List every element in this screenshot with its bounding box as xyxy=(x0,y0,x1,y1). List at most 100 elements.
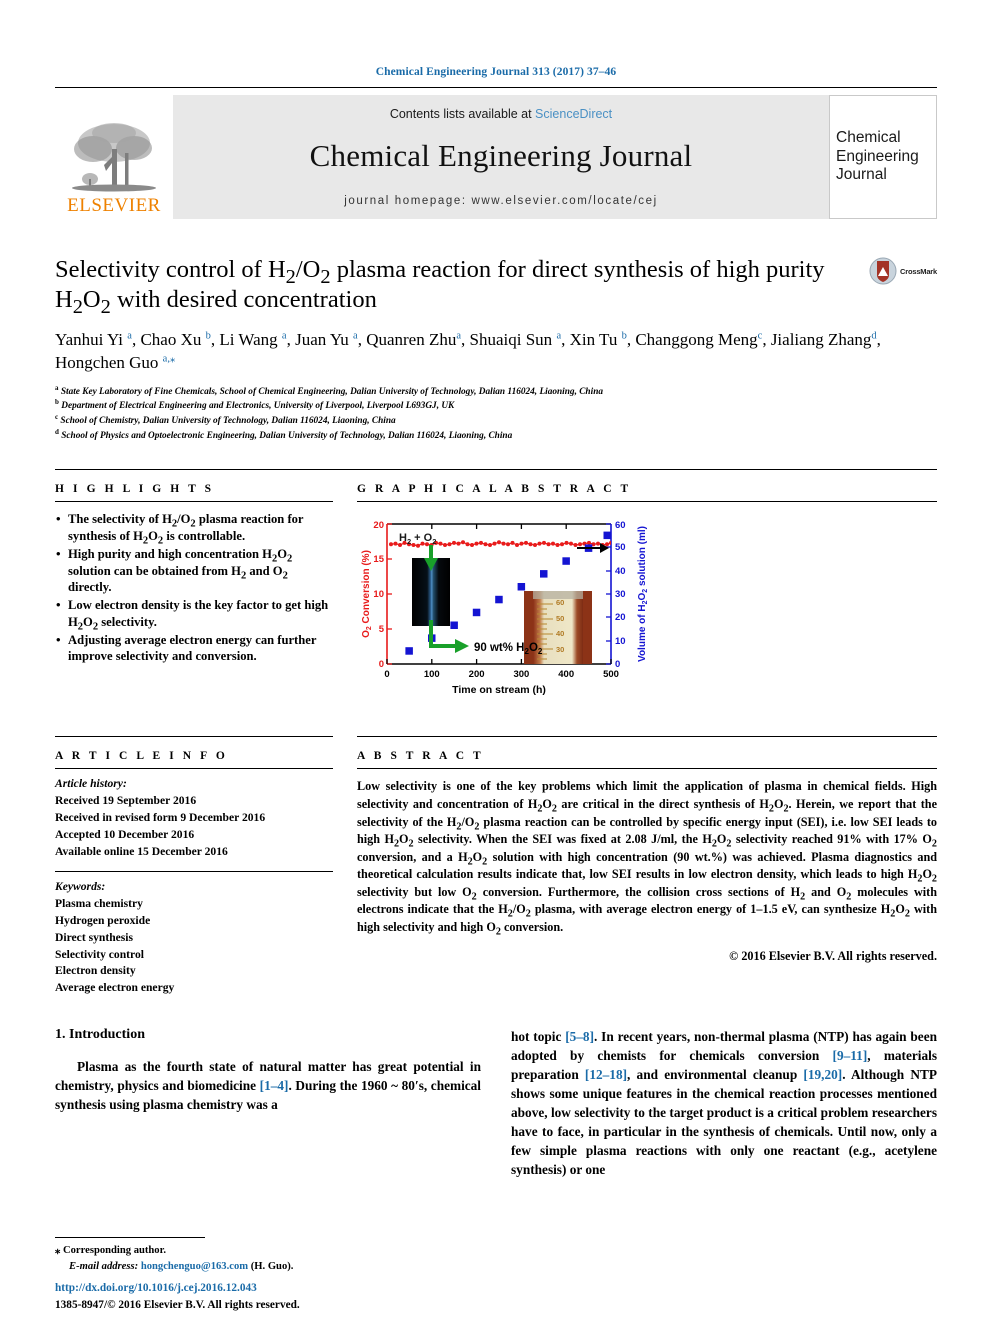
affiliation-list: a State Key Laboratory of Fine Chemicals… xyxy=(55,383,937,444)
article-history: Article history: Received 19 September 2… xyxy=(55,776,333,860)
corresponding-author-footnote: ⁎ Corresponding author. E-mail address: … xyxy=(55,1237,475,1275)
y-right-tick: 60 xyxy=(615,520,626,531)
x-axis-title: Time on stream (h) xyxy=(452,684,546,696)
history-item: Accepted 10 December 2016 xyxy=(55,827,195,841)
highlight-item: Low electron density is the key factor t… xyxy=(55,596,333,632)
abstract-text: Low selectivity is one of the key proble… xyxy=(357,779,938,938)
author-item: Yanhui Yi a xyxy=(55,329,132,349)
keyword-item: Direct synthesis xyxy=(55,930,134,944)
corresponding-label: Corresponding author. xyxy=(62,1245,166,1257)
elsevier-wordmark: ELSEVIER xyxy=(67,195,161,216)
email-label: E-mail address: xyxy=(69,1261,139,1273)
y-right-tick: 20 xyxy=(615,612,626,623)
crossmark-label: CrossMark xyxy=(900,266,937,276)
highlights-graphical-band: H I G H L I G H T S The selectivity of H… xyxy=(55,469,937,712)
cylinder-mark: 40 xyxy=(556,629,564,638)
contents-available-line: Contents lists available at ScienceDirec… xyxy=(390,107,612,121)
cover-line-2: Engineering xyxy=(836,147,919,165)
body-column-right: hot topic [5–8]. In recent years, non-th… xyxy=(511,1027,937,1179)
page-title: Selectivity control of H2/O2 plasma reac… xyxy=(55,256,825,318)
x-tick: 0 xyxy=(384,669,389,680)
article-info-heading: A R T I C L E I N F O xyxy=(55,737,333,770)
issn-copyright: 1385-8947/© 2016 Elsevier B.V. All right… xyxy=(55,1298,300,1311)
article-info-divider xyxy=(55,871,333,873)
corresponding-mark: ⁎ xyxy=(55,1245,61,1257)
x-tick: 500 xyxy=(603,669,619,680)
graphical-abstract-column: G R A P H I C A L A B S T R A C T 0 5 10… xyxy=(357,470,937,712)
x-tick: 200 xyxy=(469,669,485,680)
author-item: Jialiang Zhangd xyxy=(770,329,877,349)
affiliation-item: d School of Physics and Optoelectronic E… xyxy=(55,427,513,441)
info-abstract-band: A R T I C L E I N F O Article history: R… xyxy=(55,726,937,997)
y-left-tick: 20 xyxy=(373,520,384,531)
contents-prefix: Contents lists available at xyxy=(389,107,536,121)
author-item: Changgong Mengc xyxy=(635,329,763,349)
keywords-block: Keywords: Plasma chemistry Hydrogen pero… xyxy=(55,879,333,997)
highlight-item: High purity and high concentration H2O2 … xyxy=(55,545,333,596)
y-left-tick: 15 xyxy=(373,554,384,565)
product-label: 90 wt% H2O2 xyxy=(474,642,543,656)
highlights-heading: H I G H L I G H T S xyxy=(55,470,333,503)
author-item: Xin Tu b xyxy=(569,329,627,349)
citation-ref[interactable]: [19,20] xyxy=(803,1067,842,1082)
graphical-abstract-heading: G R A P H I C A L A B S T R A C T xyxy=(357,470,937,503)
corresponding-author-line: ⁎ Corresponding author. xyxy=(55,1243,475,1259)
x-tick: 300 xyxy=(513,669,529,680)
y-right-tick: 40 xyxy=(615,566,626,577)
y-right-tick: 10 xyxy=(615,636,626,647)
author-list: Yanhui Yi a, Chao Xu b, Li Wang a, Juan … xyxy=(55,329,881,372)
graphical-abstract-chart: 0 5 10 15 20 0 10 20 30 40 50 60 0 100 2… xyxy=(361,520,649,696)
abstract-copyright: © 2016 Elsevier B.V. All rights reserved… xyxy=(729,948,937,963)
abstract-column: A B S T R A C T Low selectivity is one o… xyxy=(357,726,937,997)
citation-ref[interactable]: [5–8] xyxy=(565,1029,594,1044)
author-item: Chao Xu b xyxy=(140,329,211,349)
history-item: Received in revised form 9 December 2016 xyxy=(55,810,266,824)
masthead-center: Contents lists available at ScienceDirec… xyxy=(173,95,829,219)
doi-link[interactable]: http://dx.doi.org/10.1016/j.cej.2016.12.… xyxy=(55,1280,300,1296)
elsevier-tree-icon xyxy=(72,123,156,192)
cylinder-mark: 30 xyxy=(556,645,564,654)
y-right-tick: 50 xyxy=(615,542,626,553)
sciencedirect-link[interactable]: ScienceDirect xyxy=(535,107,612,121)
journal-cover-thumbnail: Chemical Engineering Journal xyxy=(829,95,937,219)
x-tick: 100 xyxy=(424,669,440,680)
email-link[interactable]: hongchenguo@163.com xyxy=(141,1261,248,1272)
author-item: Hongchen Guo a,⁎ xyxy=(55,352,176,372)
cylinder-mark: 50 xyxy=(556,614,564,623)
graphical-abstract-figure: 0 5 10 15 20 0 10 20 30 40 50 60 0 100 2… xyxy=(357,512,937,712)
author-item: Shuaiqi Sun a xyxy=(469,329,562,349)
y-left-axis-title: O2 Conversion (%) xyxy=(361,550,373,638)
crossmark-badge[interactable]: CrossMark xyxy=(869,257,937,285)
highlights-list: The selectivity of H2/O2 plasma reaction… xyxy=(55,510,333,665)
y-left-tick: 10 xyxy=(373,589,384,600)
keyword-item: Average electron energy xyxy=(55,981,175,995)
crossmark-icon xyxy=(869,257,897,285)
elsevier-logo: ELSEVIER xyxy=(55,95,173,219)
body-column-left: 1. Introduction Plasma as the fourth sta… xyxy=(55,1027,481,1179)
intro-paragraph-left: Plasma as the fourth state of natural ma… xyxy=(55,1058,482,1112)
body-text-area: 1. Introduction Plasma as the fourth sta… xyxy=(55,1027,937,1179)
journal-article-page: Chemical Engineering Journal 313 (2017) … xyxy=(0,0,992,1323)
citation-ref[interactable]: [9–11] xyxy=(833,1048,868,1063)
affiliation-item: a State Key Laboratory of Fine Chemicals… xyxy=(55,383,604,397)
running-head: Chemical Engineering Journal 313 (2017) … xyxy=(375,66,617,78)
email-line: E-mail address: hongchenguo@163.com (H. … xyxy=(55,1259,475,1275)
keywords-label: Keywords: xyxy=(55,880,106,894)
citation-ref[interactable]: [12–18] xyxy=(585,1067,627,1082)
email-suffix: (H. Guo). xyxy=(250,1261,294,1273)
author-item: Juan Yu a xyxy=(295,329,358,349)
abstract-heading: A B S T R A C T xyxy=(357,737,937,770)
cover-line-1: Chemical xyxy=(836,128,901,146)
keyword-item: Plasma chemistry xyxy=(55,897,143,911)
y-left-tick: 5 xyxy=(379,624,385,635)
keyword-item: Hydrogen peroxide xyxy=(55,913,151,927)
highlight-item: The selectivity of H2/O2 plasma reaction… xyxy=(55,510,333,546)
journal-masthead: ELSEVIER Contents lists available at Sci… xyxy=(55,95,937,219)
affiliation-item: b Department of Electrical Engineering a… xyxy=(55,398,455,412)
citation-ref[interactable]: [1–4] xyxy=(260,1078,289,1093)
article-info-column: A R T I C L E I N F O Article history: R… xyxy=(55,726,333,997)
section-heading-introduction: 1. Introduction xyxy=(55,1026,145,1042)
journal-homepage[interactable]: journal homepage: www.elsevier.com/locat… xyxy=(344,195,658,207)
highlights-column: H I G H L I G H T S The selectivity of H… xyxy=(55,470,333,712)
author-item: Quanren Zhua xyxy=(366,329,462,349)
